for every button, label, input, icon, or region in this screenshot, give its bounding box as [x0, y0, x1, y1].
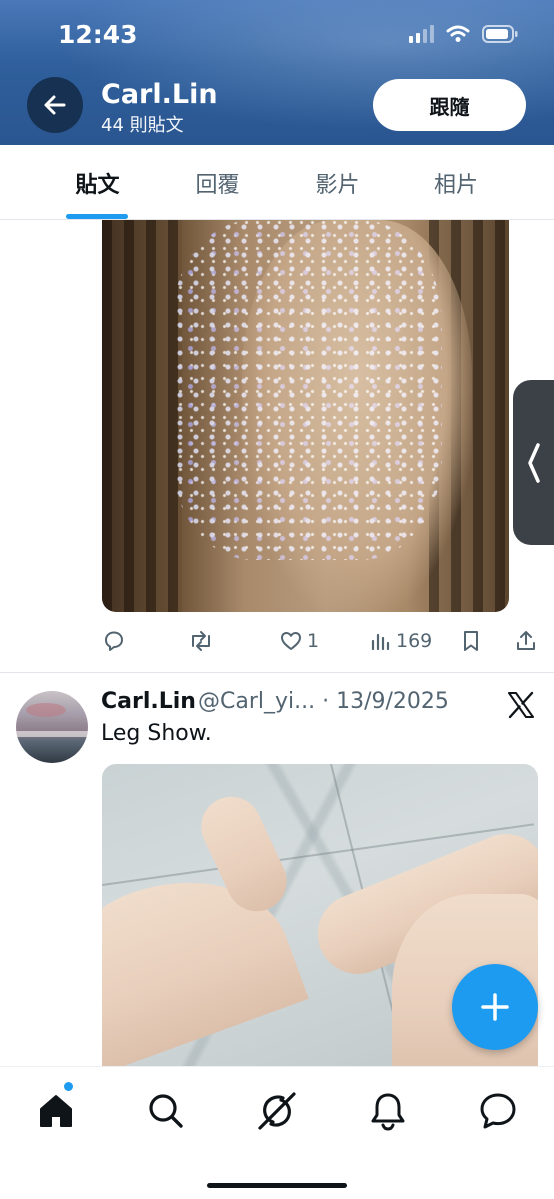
status-time: 12:43: [58, 20, 138, 49]
like-icon: [281, 632, 301, 650]
side-panel-handle[interactable]: [513, 380, 554, 545]
post-text: Leg Show.: [101, 721, 212, 746]
bookmark-button[interactable]: [460, 624, 482, 658]
active-tab-indicator: [66, 214, 128, 219]
like-count: 1: [307, 630, 320, 652]
post-media-image[interactable]: [102, 220, 509, 612]
tab-posts[interactable]: 貼文: [40, 145, 155, 220]
nav-messages[interactable]: [476, 1089, 520, 1133]
post-meta: @Carl_yi... · 13/9/2025: [198, 689, 449, 714]
share-icon: [517, 631, 535, 650]
follow-button[interactable]: 跟隨: [373, 79, 526, 131]
nav-home[interactable]: [34, 1089, 78, 1133]
curtain-left: [102, 220, 182, 612]
post-divider: [0, 672, 554, 673]
reply-icon: [105, 631, 123, 651]
nav-search[interactable]: [144, 1089, 188, 1133]
view-count: 169: [396, 630, 433, 652]
grok-icon: [258, 1092, 296, 1130]
home-indicator: [207, 1183, 347, 1188]
nav-notifications[interactable]: [366, 1089, 410, 1133]
like-button[interactable]: 1: [279, 624, 319, 658]
chevron-left-icon: [527, 442, 540, 483]
wifi-icon: [446, 25, 470, 42]
back-arrow-icon: [44, 95, 66, 115]
messages-icon: [480, 1093, 516, 1129]
profile-name: Carl.Lin: [101, 79, 218, 110]
nav-grok[interactable]: [255, 1089, 299, 1133]
light-projection: [172, 220, 442, 560]
profile-header: Carl.Lin 44 則貼文 跟隨: [0, 75, 554, 137]
back-button[interactable]: [27, 77, 83, 133]
repost-button[interactable]: [188, 624, 218, 658]
status-bar: 12:43: [0, 0, 554, 70]
compose-button[interactable]: [452, 964, 538, 1050]
bottom-navigation: [0, 1066, 554, 1199]
tab-videos[interactable]: 影片: [280, 145, 395, 220]
plus-icon: [481, 993, 509, 1021]
search-icon: [149, 1094, 183, 1128]
avatar[interactable]: [16, 691, 88, 763]
home-icon: [40, 1095, 72, 1127]
tab-replies[interactable]: 回覆: [160, 145, 275, 220]
cellular-signal-icon: [409, 25, 434, 43]
profile-tabs: 貼文 回覆 影片 相片: [0, 145, 554, 220]
post-actions: 1 169: [100, 624, 540, 658]
tab-photos[interactable]: 相片: [400, 145, 512, 220]
share-button[interactable]: [514, 624, 538, 658]
status-icons: [409, 25, 518, 43]
bell-icon: [371, 1093, 405, 1131]
repost-icon: [192, 631, 210, 651]
reply-button[interactable]: [102, 624, 130, 658]
post-count: 44 則貼文: [101, 115, 184, 136]
views-button[interactable]: 169: [370, 624, 432, 658]
post-author-name[interactable]: Carl.Lin: [101, 689, 196, 714]
x-logo-icon: [508, 691, 534, 719]
battery-icon: [482, 25, 518, 43]
views-icon: [371, 633, 390, 651]
home-notification-dot: [64, 1082, 73, 1091]
bookmark-icon: [464, 631, 478, 651]
